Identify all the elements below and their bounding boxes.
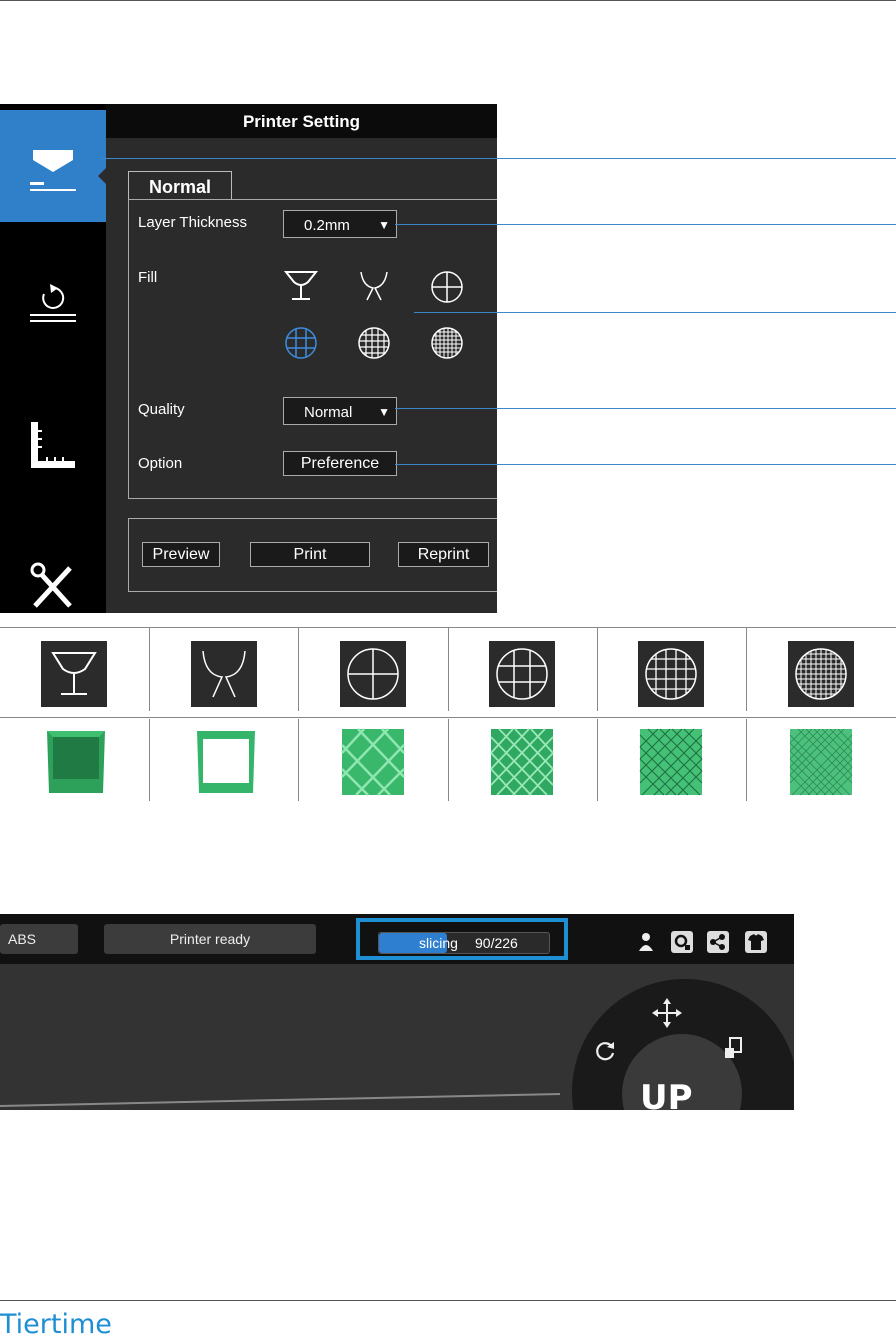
table-rule [746, 627, 747, 711]
reprint-button[interactable]: Reprint [398, 542, 489, 567]
software-screenshot: ABS Printer ready slicing 90/226 UP [0, 914, 794, 1110]
table-rule [149, 627, 150, 711]
fill-dense-cell-icon[interactable] [428, 324, 466, 362]
callout-line [395, 224, 896, 225]
sidebar-item-measure[interactable] [0, 414, 106, 484]
fill-comparison-table [0, 627, 896, 801]
shirt-icon[interactable] [745, 931, 767, 953]
table-rule [0, 717, 896, 718]
quality-label: Quality [138, 401, 185, 418]
brand-logo: Tiertime [0, 1309, 112, 1340]
table-rule [298, 627, 299, 711]
material-indicator[interactable]: ABS [0, 924, 78, 954]
fill-surface-icon[interactable] [355, 268, 393, 306]
callout-line [100, 158, 896, 159]
chevron-down-icon: ▼ [378, 405, 390, 419]
sidebar-item-maintenance[interactable] [0, 556, 106, 612]
quality-value: Normal [304, 404, 353, 421]
layer-thickness-label: Layer Thickness [138, 214, 247, 231]
chevron-down-icon: ▼ [378, 218, 390, 232]
bottom-rule [0, 1300, 896, 1301]
printer-status: Printer ready [104, 924, 316, 954]
option-label: Option [138, 455, 183, 472]
tab-normal[interactable]: Normal [128, 171, 232, 200]
settings-icon[interactable] [671, 931, 693, 953]
print-icon [30, 150, 106, 191]
up-logo: UP [640, 1078, 693, 1110]
account-icon[interactable] [635, 931, 657, 953]
fill-label: Fill [138, 269, 158, 286]
status-toolbar: ABS Printer ready slicing 90/226 [0, 914, 794, 964]
progress-highlight [356, 918, 568, 960]
sidebar-item-calibrate[interactable] [0, 264, 106, 344]
small-cell-fill-icon [638, 641, 704, 707]
move-icon[interactable] [652, 998, 682, 1028]
top-rule [0, 0, 896, 1]
table-rule [149, 719, 150, 801]
layer-thickness-select[interactable]: 0.2mm ▼ [283, 210, 397, 238]
medium-cell-print-photo [490, 728, 554, 796]
rotate-icon[interactable] [592, 1038, 618, 1064]
preview-button[interactable]: Preview [142, 542, 220, 567]
table-rule [298, 719, 299, 801]
measure-icon [31, 422, 75, 468]
shell-print-photo [47, 731, 105, 793]
maintenance-icon [30, 562, 72, 608]
large-cell-print-photo [341, 728, 405, 796]
sidebar [0, 104, 106, 613]
callout-line [395, 408, 896, 409]
medium-cell-fill-icon [489, 641, 555, 707]
print-button[interactable]: Print [250, 542, 370, 567]
callout-line [414, 312, 896, 313]
table-rule [448, 627, 449, 711]
table-rule [597, 627, 598, 711]
layer-thickness-value: 0.2mm [304, 217, 350, 234]
table-rule [448, 719, 449, 801]
dense-cell-fill-icon [788, 641, 854, 707]
calibrate-icon [30, 284, 76, 322]
fill-large-cell-icon[interactable] [428, 268, 466, 306]
dense-cell-print-photo [789, 728, 853, 796]
surface-print-photo [197, 731, 255, 793]
small-cell-print-photo [639, 728, 703, 796]
preference-button[interactable]: Preference [283, 451, 397, 476]
table-rule [746, 719, 747, 801]
scale-icon[interactable] [722, 1036, 744, 1062]
fill-small-cell-icon[interactable] [355, 324, 393, 362]
panel-title: Printer Setting [106, 104, 497, 138]
fill-medium-cell-icon[interactable] [282, 324, 320, 362]
shell-fill-icon [41, 641, 107, 707]
printer-setting-panel: Printer Setting Normal Layer Thickness 0… [106, 104, 497, 613]
callout-line [395, 464, 896, 465]
large-cell-fill-icon [340, 641, 406, 707]
fill-shell-icon[interactable] [282, 268, 320, 306]
quality-select[interactable]: Normal ▼ [283, 397, 397, 425]
share-icon[interactable] [707, 931, 729, 953]
surface-fill-icon [191, 641, 257, 707]
table-rule [597, 719, 598, 801]
sidebar-item-print[interactable] [0, 110, 106, 222]
